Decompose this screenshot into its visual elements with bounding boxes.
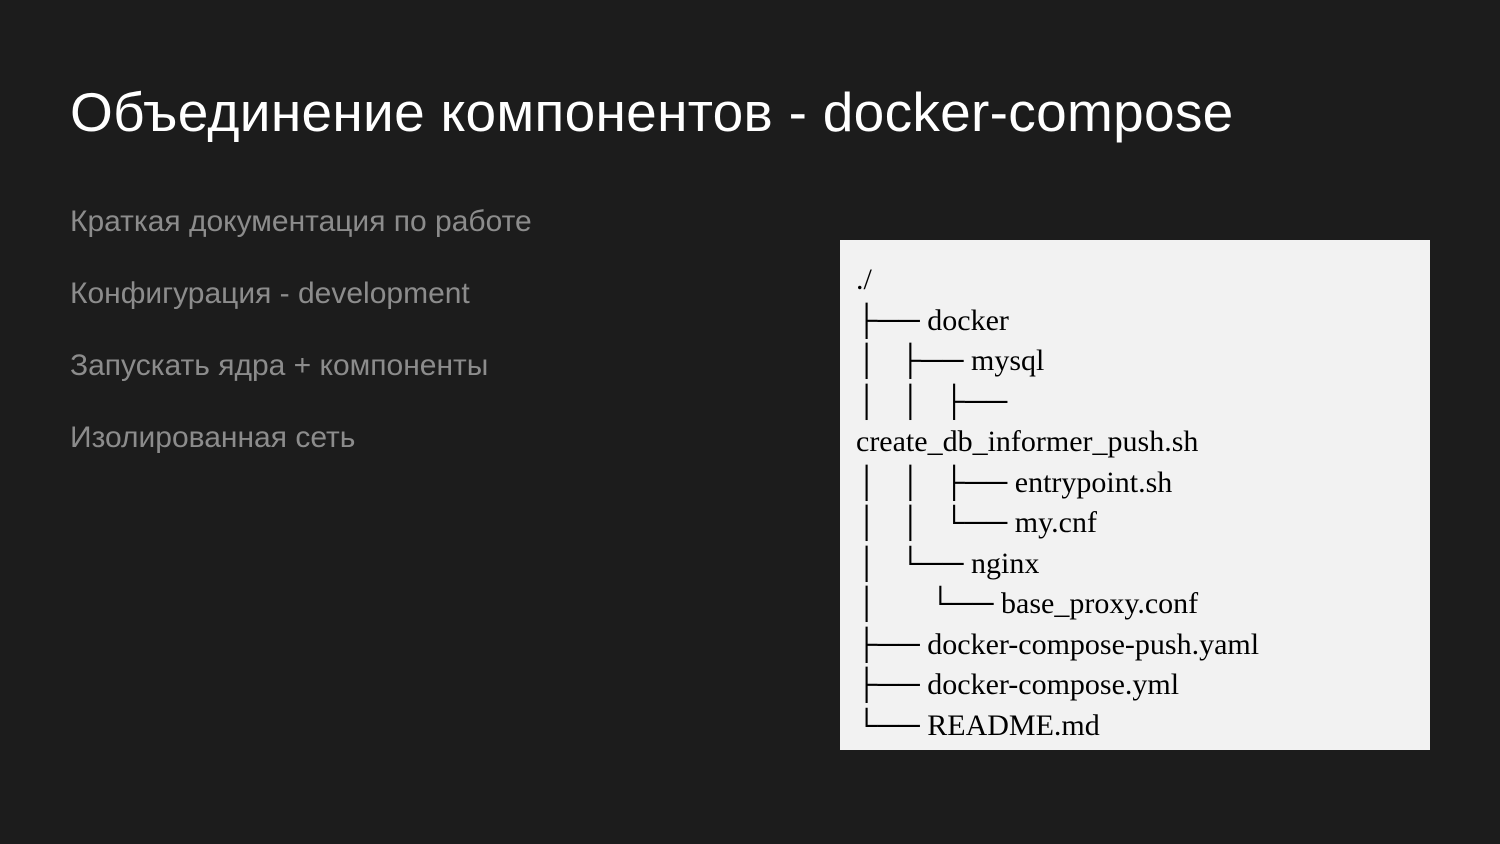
file-tree: ./ ├── docker │ ├── mysql │ │ ├── create… bbox=[840, 240, 1430, 750]
bullet-item: Краткая документация по работе bbox=[70, 204, 1430, 240]
slide-title: Объединение компонентов - docker-compose bbox=[70, 80, 1430, 144]
slide: Объединение компонентов - docker-compose… bbox=[0, 0, 1500, 844]
